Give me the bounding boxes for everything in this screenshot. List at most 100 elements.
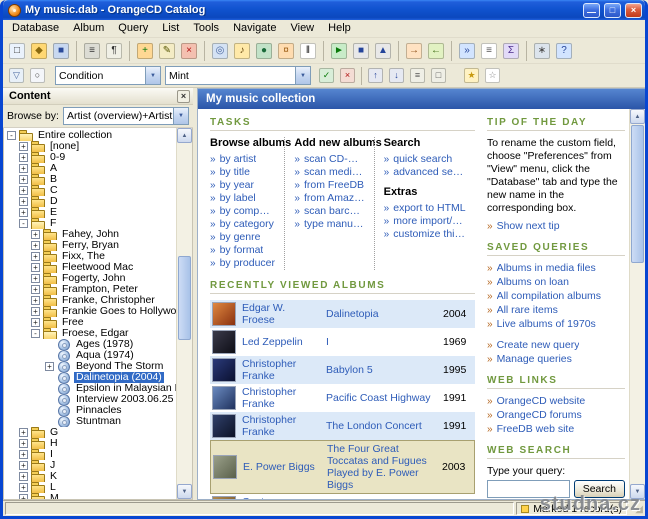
view-thumbnails-icon[interactable]: □: [429, 67, 448, 85]
expander-icon[interactable]: [19, 494, 28, 499]
tree-item[interactable]: C: [4, 185, 176, 196]
menu-item[interactable]: Database: [5, 20, 66, 37]
filter-icon[interactable]: ▽: [7, 67, 26, 85]
album-row[interactable]: Christopher Franke Babylon 5 1995: [210, 356, 475, 384]
tree-item[interactable]: A: [4, 163, 176, 174]
scan-cdrom-icon[interactable]: ◎: [210, 41, 230, 61]
sort-ascending-icon[interactable]: ↑: [366, 67, 385, 85]
print-preview-icon[interactable]: ¶: [104, 41, 124, 61]
open-database-icon[interactable]: ◆: [29, 41, 49, 61]
scrollbar-thumb[interactable]: [178, 256, 191, 340]
clear-filter-icon[interactable]: ×: [338, 67, 357, 85]
album-artist-link[interactable]: Christopher Franke: [242, 412, 322, 440]
expander-icon[interactable]: [31, 252, 40, 261]
menu-item[interactable]: Query: [111, 20, 155, 37]
tree-item[interactable]: Dalinetopia (2004): [4, 372, 176, 383]
tree-item[interactable]: Fixx, The: [4, 251, 176, 262]
tree-item[interactable]: F: [4, 218, 176, 229]
album-title-link[interactable]: Babylon 5: [322, 362, 443, 378]
expander-icon[interactable]: [45, 362, 54, 371]
expander-icon[interactable]: [19, 439, 28, 448]
expander-icon[interactable]: [31, 285, 40, 294]
saved-query-link[interactable]: » Albums on loan: [487, 276, 625, 288]
album-title-link[interactable]: Pacific Coast Highway: [322, 390, 443, 406]
add-album-icon[interactable]: +: [135, 41, 155, 61]
export-html-icon[interactable]: »: [457, 41, 477, 61]
tree-item[interactable]: H: [4, 438, 176, 449]
close-button[interactable]: ×: [625, 2, 642, 18]
scan-media-files-icon[interactable]: ♪: [232, 41, 252, 61]
saved-query-link[interactable]: » All rare items: [487, 304, 625, 316]
task-link[interactable]: » scan media files: [294, 166, 364, 178]
expander-icon[interactable]: [31, 296, 40, 305]
task-link[interactable]: » by label: [210, 192, 275, 204]
tree-item[interactable]: 0-9: [4, 152, 176, 163]
return-album-icon[interactable]: ←: [426, 41, 446, 61]
freedb-icon[interactable]: ●: [254, 41, 274, 61]
tree-item[interactable]: D: [4, 196, 176, 207]
expander-icon[interactable]: [31, 230, 40, 239]
menu-item[interactable]: View: [283, 20, 321, 37]
tree-item[interactable]: Frankie Goes to Hollywood: [4, 306, 176, 317]
expander-icon[interactable]: [19, 197, 28, 206]
sort-descending-icon[interactable]: ↓: [387, 67, 406, 85]
expander-icon[interactable]: [19, 219, 28, 228]
menu-item[interactable]: Help: [321, 20, 358, 37]
tree-item[interactable]: Entire collection: [4, 130, 176, 141]
scroll-up-icon[interactable]: ▲: [630, 109, 645, 124]
apply-filter-icon[interactable]: ✓: [317, 67, 336, 85]
tree-item[interactable]: J: [4, 460, 176, 471]
expander-icon[interactable]: [31, 274, 40, 283]
expander-icon[interactable]: [19, 142, 28, 151]
tree-item[interactable]: E: [4, 207, 176, 218]
task-link[interactable]: » by composer: [210, 205, 275, 217]
scrollbar-thumb[interactable]: [631, 125, 644, 263]
album-row[interactable]: Christopher Franke The London Concert 19…: [210, 412, 475, 440]
minimize-button[interactable]: —: [583, 2, 600, 18]
expander-icon[interactable]: [7, 131, 16, 140]
task-link[interactable]: » scan barcode: [294, 205, 364, 217]
report-icon[interactable]: ≡: [479, 41, 499, 61]
scan-barcode-icon[interactable]: ‖: [298, 41, 318, 61]
expander-icon[interactable]: [19, 186, 28, 195]
expander-icon[interactable]: [19, 461, 28, 470]
album-artist-link[interactable]: Gustav Leonhardt: [242, 494, 322, 499]
saved-query-link[interactable]: » All compilation albums: [487, 290, 625, 302]
scroll-up-icon[interactable]: ▲: [177, 128, 192, 143]
task-link[interactable]: » type manually: [294, 218, 364, 230]
filter-field-combo[interactable]: Condition ▼: [55, 66, 161, 85]
album-row[interactable]: Gustav Leonhardt Great Organ Works 1997: [210, 494, 475, 499]
maximize-button[interactable]: □: [604, 2, 621, 18]
tree-item[interactable]: B: [4, 174, 176, 185]
statistics-icon[interactable]: Σ: [501, 41, 521, 61]
album-row[interactable]: Led Zeppelin I 1969: [210, 328, 475, 356]
expander-icon[interactable]: [19, 450, 28, 459]
tree-item[interactable]: Fogerty, John: [4, 273, 176, 284]
expander-icon[interactable]: [31, 241, 40, 250]
tree-item[interactable]: Beyond The Storm: [4, 361, 176, 372]
expander-icon[interactable]: [19, 164, 28, 173]
saved-query-link[interactable]: » Albums in media files: [487, 262, 625, 274]
task-link[interactable]: » customize this page: [384, 228, 466, 240]
web-link[interactable]: » OrangeCD forums: [487, 409, 625, 421]
close-icon[interactable]: ×: [177, 89, 190, 103]
menu-item[interactable]: Tools: [186, 20, 226, 37]
browse-by-select[interactable]: Artist (overview)+Artist ▼: [62, 107, 189, 125]
tree-item[interactable]: Frampton, Peter: [4, 284, 176, 295]
amazon-icon[interactable]: ¤: [276, 41, 296, 61]
show-next-tip-link[interactable]: » Show next tip: [487, 220, 625, 232]
album-title-link[interactable]: The Four Great Toccatas and Fugues Playe…: [323, 441, 442, 493]
save-database-icon[interactable]: ■: [51, 41, 71, 61]
expander-icon[interactable]: [31, 329, 40, 338]
task-link[interactable]: » quick search: [384, 153, 466, 165]
album-row[interactable]: Christopher Franke Pacific Coast Highway…: [210, 384, 475, 412]
menu-item[interactable]: Navigate: [226, 20, 283, 37]
tree-item[interactable]: Stuntman: [4, 416, 176, 427]
web-link[interactable]: » OrangeCD website: [487, 395, 625, 407]
task-link[interactable]: » export to HTML: [384, 202, 466, 214]
tree-item[interactable]: Ages (1978): [4, 339, 176, 350]
album-title-link[interactable]: Dalinetopia: [322, 306, 443, 322]
task-link[interactable]: » from FreeDB: [294, 179, 364, 191]
menu-item[interactable]: Album: [66, 20, 111, 37]
album-title-link[interactable]: I: [322, 334, 443, 350]
